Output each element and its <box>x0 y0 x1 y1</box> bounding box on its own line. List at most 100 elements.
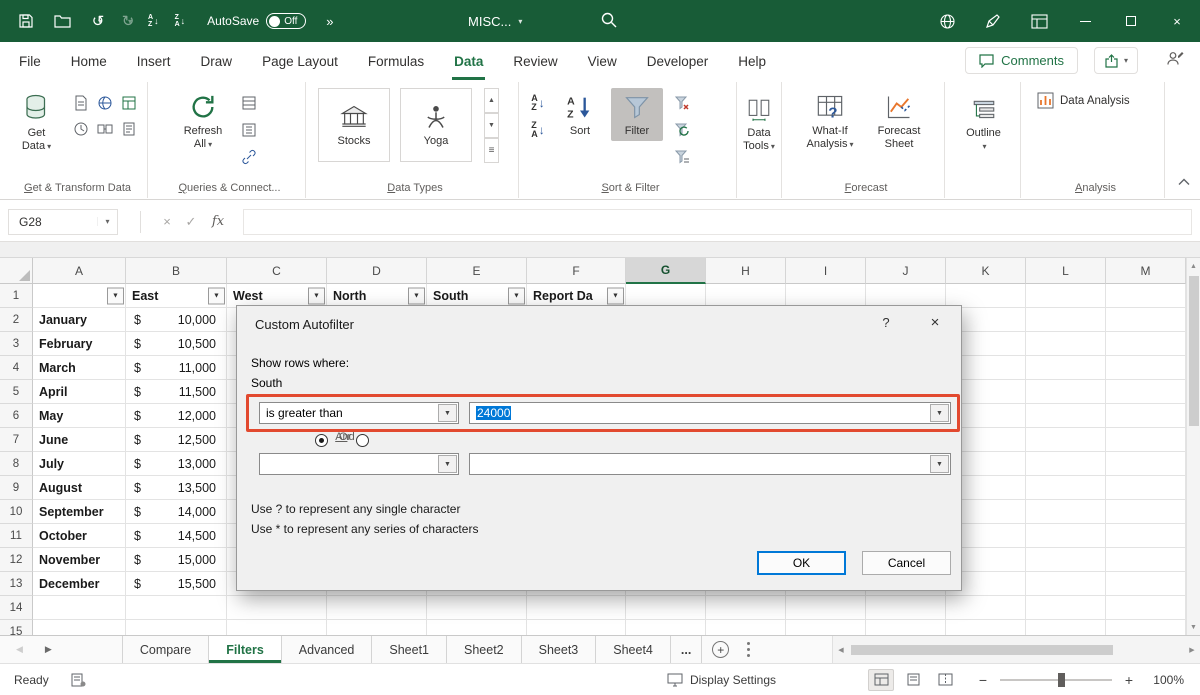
cell-J14[interactable] <box>866 596 946 620</box>
cell-G14[interactable] <box>626 596 706 620</box>
column-header-L[interactable]: L <box>1026 258 1106 284</box>
row-header-5[interactable]: 5 <box>0 380 33 404</box>
cell-L12[interactable] <box>1026 548 1106 572</box>
cell-C15[interactable] <box>227 620 327 635</box>
cancel-button[interactable]: Cancel <box>862 551 951 575</box>
scroll-left-icon[interactable]: ◀ <box>833 646 849 654</box>
cell-L15[interactable] <box>1026 620 1106 635</box>
cell-B9[interactable]: $13,500 <box>126 476 227 500</box>
cell-M7[interactable] <box>1106 428 1186 452</box>
column-header-H[interactable]: H <box>706 258 786 284</box>
cell-D15[interactable] <box>327 620 427 635</box>
cell-A10[interactable]: September <box>33 500 126 524</box>
row-header-2[interactable]: 2 <box>0 308 33 332</box>
column-header-B[interactable]: B <box>126 258 227 284</box>
cell-L13[interactable] <box>1026 572 1106 596</box>
page-break-preview-button[interactable] <box>932 669 958 691</box>
cell-C14[interactable] <box>227 596 327 620</box>
cell-L9[interactable] <box>1026 476 1106 500</box>
menu-tab-home[interactable]: Home <box>56 42 122 80</box>
cell-B10[interactable]: $14,000 <box>126 500 227 524</box>
filter-dropdown-button-C1[interactable]: ▼ <box>308 287 325 304</box>
row-header-12[interactable]: 12 <box>0 548 33 572</box>
display-settings-button[interactable]: Display Settings <box>667 673 776 687</box>
filter-dropdown-button-E1[interactable]: ▼ <box>508 287 525 304</box>
maximize-button[interactable] <box>1108 0 1154 42</box>
previous-sheet-icon[interactable]: ◀ <box>16 644 23 655</box>
sheet-tabs-overflow[interactable]: ... <box>671 636 702 663</box>
workbook-links-icon[interactable] <box>238 146 260 168</box>
outline-button[interactable]: Outline▾ <box>954 92 1014 156</box>
sort-ascending-quick-icon[interactable]: AZ↓ <box>148 14 159 28</box>
sheet-tab-advanced[interactable]: Advanced <box>282 636 373 663</box>
cell-B6[interactable]: $12,000 <box>126 404 227 428</box>
column-header-J[interactable]: J <box>866 258 946 284</box>
cell-M8[interactable] <box>1106 452 1186 476</box>
redo-button[interactable]: ↻ ▾ <box>118 11 132 31</box>
cell-M11[interactable] <box>1106 524 1186 548</box>
column-header-E[interactable]: E <box>427 258 527 284</box>
cell-A6[interactable]: May <box>33 404 126 428</box>
row-header-11[interactable]: 11 <box>0 524 33 548</box>
data-types-gallery-more-icon[interactable]: ≡ <box>484 138 499 163</box>
cell-A11[interactable]: October <box>33 524 126 548</box>
save-icon[interactable] <box>16 11 36 31</box>
cell-H14[interactable] <box>706 596 786 620</box>
menu-tab-review[interactable]: Review <box>498 42 572 80</box>
menu-tab-insert[interactable]: Insert <box>122 42 186 80</box>
sheet-tab-filters[interactable]: Filters <box>209 636 282 663</box>
row-header-3[interactable]: 3 <box>0 332 33 356</box>
reapply-filter-icon[interactable] <box>671 119 693 141</box>
cell-L11[interactable] <box>1026 524 1106 548</box>
cell-A8[interactable]: July <box>33 452 126 476</box>
cell-B4[interactable]: $11,000 <box>126 356 227 380</box>
cell-L6[interactable] <box>1026 404 1106 428</box>
cell-A12[interactable]: November <box>33 548 126 572</box>
zoom-slider[interactable] <box>1000 679 1112 681</box>
data-source-settings-icon[interactable] <box>118 118 140 140</box>
queries-connections-icon[interactable] <box>238 92 260 114</box>
menu-tab-data[interactable]: Data <box>439 42 498 80</box>
page-layout-view-button[interactable] <box>900 669 926 691</box>
advanced-filter-icon[interactable] <box>671 146 693 168</box>
menu-tab-page-layout[interactable]: Page Layout <box>247 42 353 80</box>
row-header-4[interactable]: 4 <box>0 356 33 380</box>
sort-button[interactable]: A Z Sort <box>557 88 603 141</box>
clear-filter-icon[interactable] <box>671 92 693 114</box>
enter-entry-icon[interactable]: ✓ <box>179 214 203 230</box>
cell-M9[interactable] <box>1106 476 1186 500</box>
menu-tab-help[interactable]: Help <box>723 42 781 80</box>
title-dropdown-icon[interactable]: ▾ <box>518 17 522 26</box>
dialog-close-button[interactable]: × <box>909 306 961 338</box>
cell-A5[interactable]: April <box>33 380 126 404</box>
value1-dropdown-icon[interactable]: ▼ <box>930 404 949 422</box>
column-header-G[interactable]: G <box>626 258 706 284</box>
existing-connections-icon[interactable] <box>94 118 116 140</box>
column-header-M[interactable]: M <box>1106 258 1186 284</box>
operator1-dropdown-icon[interactable]: ▼ <box>438 404 457 422</box>
from-web-icon[interactable] <box>94 92 116 114</box>
cell-L8[interactable] <box>1026 452 1106 476</box>
open-folder-icon[interactable] <box>52 11 72 31</box>
cell-B5[interactable]: $11,500 <box>126 380 227 404</box>
data-type-stocks[interactable]: Stocks <box>318 88 390 162</box>
or-radio[interactable]: Or <box>356 434 369 447</box>
cell-E15[interactable] <box>427 620 527 635</box>
cell-M12[interactable] <box>1106 548 1186 572</box>
cell-A2[interactable]: January <box>33 308 126 332</box>
contact-person-icon[interactable] <box>1166 50 1184 73</box>
cell-L2[interactable] <box>1026 308 1106 332</box>
cell-F14[interactable] <box>527 596 626 620</box>
sort-z-to-a-icon[interactable]: ZA↓ <box>527 119 549 141</box>
vertical-scrollbar[interactable]: ▲ ▼ <box>1186 258 1200 635</box>
dialog-help-button[interactable]: ? <box>863 306 909 338</box>
cell-M14[interactable] <box>1106 596 1186 620</box>
menu-tab-view[interactable]: View <box>573 42 632 80</box>
row-header-9[interactable]: 9 <box>0 476 33 500</box>
zoom-level-label[interactable]: 100% <box>1148 673 1184 687</box>
filter-dropdown-button-B1[interactable]: ▼ <box>208 287 225 304</box>
filter-dropdown-button-A1[interactable]: ▼ <box>107 287 124 304</box>
zoom-in-icon[interactable]: + <box>1122 672 1136 688</box>
cell-A3[interactable]: February <box>33 332 126 356</box>
cell-J15[interactable] <box>866 620 946 635</box>
